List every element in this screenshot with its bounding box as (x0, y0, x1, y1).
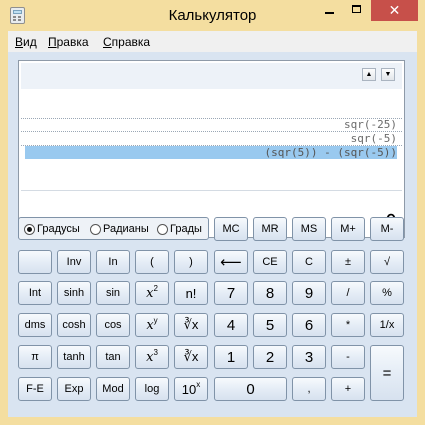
menu-view[interactable]: Вид (15, 35, 37, 49)
history-scroll-up-button[interactable]: ▲ (362, 68, 376, 81)
radio-radians[interactable]: Радианы (90, 223, 149, 235)
plus-minus-button[interactable]: ± (331, 250, 365, 274)
angle-units-group: Градусы Радианы Грады (18, 217, 209, 240)
history-entry[interactable]: sqr(-5) (25, 132, 397, 145)
calculator-client-area: Вид Правка Справка ▲ ▼ sqr(-25) sqr(-5) … (8, 31, 417, 417)
x-cubed-button[interactable]: x3 (135, 345, 169, 369)
sinh-button[interactable]: sinh (57, 281, 91, 305)
x-squared-button[interactable]: x2 (135, 281, 169, 305)
multiply-button[interactable]: * (331, 313, 365, 337)
minimize-button[interactable] (316, 0, 344, 21)
digit-0-button[interactable]: 0 (214, 377, 287, 401)
ten-power-x-button[interactable]: 10 x (174, 377, 208, 401)
radio-checked-icon (24, 223, 35, 235)
digit-6-button[interactable]: 6 (292, 313, 326, 337)
digit-4-button[interactable]: 4 (214, 313, 248, 337)
dms-button[interactable]: dms (18, 313, 52, 337)
digit-7-button[interactable]: 7 (214, 281, 248, 305)
radio-unchecked-icon (90, 223, 101, 235)
mr-button[interactable]: MR (253, 217, 287, 241)
int-button[interactable]: Int (18, 281, 52, 305)
reciprocal-button[interactable]: 1/x (370, 313, 404, 337)
mod-button[interactable]: Mod (96, 377, 130, 401)
expression-divider (21, 190, 402, 191)
m-plus-button[interactable]: M+ (331, 217, 365, 241)
radio-unchecked-icon (157, 223, 168, 235)
maximize-button[interactable] (344, 0, 371, 21)
title-bar[interactable]: Калькулятор ✕ (0, 0, 425, 32)
digit-3-button[interactable]: 3 (292, 345, 326, 369)
menu-edit[interactable]: Правка (48, 35, 89, 49)
exp-button[interactable]: Exp (57, 377, 91, 401)
log-button[interactable]: log (135, 377, 169, 401)
cube-root-button[interactable]: ∛x (174, 345, 208, 369)
fe-button[interactable]: F-E (18, 377, 52, 401)
calculator-window: Калькулятор ✕ Вид Правка Справка ▲ ▼ sqr… (0, 0, 425, 425)
ce-button[interactable]: CE (253, 250, 287, 274)
blank-button[interactable] (18, 250, 52, 274)
history-scroll-down-button[interactable]: ▼ (381, 68, 395, 81)
radio-grads[interactable]: Грады (157, 223, 202, 235)
arrow-down-icon: ▼ (384, 71, 392, 78)
factorial-button[interactable]: n! (174, 281, 208, 305)
divide-button[interactable]: / (331, 281, 365, 305)
equals-button[interactable]: = (370, 345, 404, 401)
ms-button[interactable]: MS (292, 217, 326, 241)
menu-bar: Вид Правка Справка (8, 31, 417, 52)
digit-5-button[interactable]: 5 (253, 313, 287, 337)
digit-2-button[interactable]: 2 (253, 345, 287, 369)
display-panel: ▲ ▼ sqr(-25) sqr(-5) (sqr(5)) - (sqr(-5)… (18, 60, 405, 238)
c-button[interactable]: C (292, 250, 326, 274)
ln-button[interactable]: In (96, 250, 130, 274)
history-header (21, 63, 402, 89)
pi-button[interactable]: π (18, 345, 52, 369)
cosh-button[interactable]: cosh (57, 313, 91, 337)
right-paren-button[interactable]: ) (174, 250, 208, 274)
history-entry-selected[interactable]: (sqr(5)) - (sqr(-5)) (25, 146, 397, 159)
sin-button[interactable]: sin (96, 281, 130, 305)
arrow-up-icon: ▲ (365, 71, 373, 78)
close-button[interactable]: ✕ (371, 0, 418, 21)
minimize-icon (325, 12, 334, 14)
percent-button[interactable]: % (370, 281, 404, 305)
close-icon: ✕ (388, 2, 401, 18)
tan-button[interactable]: tan (96, 345, 130, 369)
sqrt-button[interactable]: √ (370, 250, 404, 274)
x-power-y-button[interactable]: xy (135, 313, 169, 337)
history-entry[interactable]: sqr(-25) (25, 118, 397, 131)
maximize-icon (352, 5, 361, 13)
mc-button[interactable]: MC (214, 217, 248, 241)
tanh-button[interactable]: tanh (57, 345, 91, 369)
digit-8-button[interactable]: 8 (253, 281, 287, 305)
decimal-button[interactable]: , (292, 377, 326, 401)
inv-button[interactable]: Inv (57, 250, 91, 274)
m-minus-button[interactable]: M- (370, 217, 404, 241)
left-paren-button[interactable]: ( (135, 250, 169, 274)
cos-button[interactable]: cos (96, 313, 130, 337)
minus-button[interactable]: - (331, 345, 365, 369)
backspace-button[interactable]: ⟵ (214, 250, 248, 274)
menu-help[interactable]: Справка (103, 35, 150, 49)
y-root-x-button[interactable]: ∛x (174, 313, 208, 337)
radio-degrees[interactable]: Градусы (24, 223, 80, 235)
digit-9-button[interactable]: 9 (292, 281, 326, 305)
plus-button[interactable]: + (331, 377, 365, 401)
digit-1-button[interactable]: 1 (214, 345, 248, 369)
